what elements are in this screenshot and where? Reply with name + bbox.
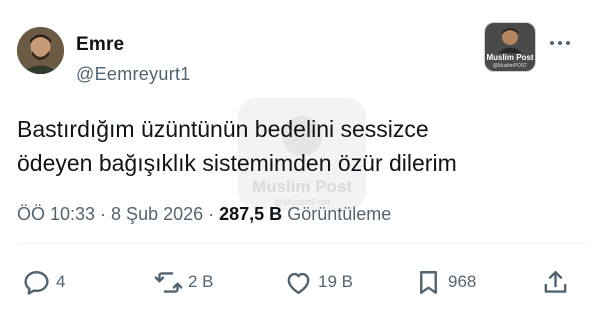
badge-portrait-icon bbox=[498, 28, 522, 53]
bookmark-icon bbox=[420, 270, 437, 294]
author-avatar[interactable] bbox=[17, 27, 64, 74]
tweet-meta: ÖÖ 10:33 · 8 Şub 2026 · 287,5 B Görüntüleme bbox=[17, 204, 391, 225]
like-count: 19 B bbox=[318, 272, 353, 291]
retweet-icon bbox=[154, 271, 183, 293]
bookmark-count: 968 bbox=[448, 272, 477, 291]
reply-count: 4 bbox=[56, 272, 66, 291]
badge-title: Muslim Post bbox=[486, 53, 534, 62]
retweet-button[interactable]: 2 B bbox=[154, 268, 214, 296]
share-icon bbox=[544, 270, 567, 293]
tweet-text-line: ödeyen bağışıklık sistemimden özür diler… bbox=[17, 150, 457, 176]
like-icon bbox=[287, 272, 310, 294]
bookmark-button[interactable]: 968 bbox=[414, 268, 476, 296]
like-button[interactable]: 19 B bbox=[284, 268, 353, 296]
badge-subtitle: @MuslimPOST bbox=[492, 63, 528, 69]
retweet-count: 2 B bbox=[188, 272, 214, 291]
watermark-title: Muslim Post bbox=[251, 177, 353, 196]
tweet-date[interactable]: 8 Şub 2026 bbox=[111, 204, 203, 224]
meta-separator: · bbox=[100, 204, 107, 224]
tweet-time[interactable]: ÖÖ 10:33 bbox=[17, 204, 95, 224]
share-button[interactable] bbox=[541, 268, 570, 296]
reply-icon bbox=[24, 270, 49, 295]
views-count[interactable]: 287,5 B bbox=[219, 204, 282, 224]
tweet-text-line: Bastırdığım üzüntünün bedelini sessizce bbox=[17, 116, 429, 142]
more-icon[interactable] bbox=[550, 36, 574, 50]
muslim-post-badge: Muslim Post @MuslimPOST bbox=[485, 23, 535, 71]
views-label[interactable]: Görüntüleme bbox=[287, 204, 391, 224]
tweet-card: Emre @Eemreyurt1 Muslim Post @MuslimPOST… bbox=[0, 0, 605, 326]
author-name[interactable]: Emre bbox=[76, 34, 124, 56]
divider bbox=[17, 243, 589, 244]
tweet-text: Bastırdığım üzüntünün bedelini sessizce … bbox=[17, 112, 577, 180]
author-handle[interactable]: @Eemreyurt1 bbox=[76, 64, 191, 85]
reply-button[interactable]: 4 bbox=[22, 268, 65, 296]
meta-separator: · bbox=[208, 204, 215, 224]
